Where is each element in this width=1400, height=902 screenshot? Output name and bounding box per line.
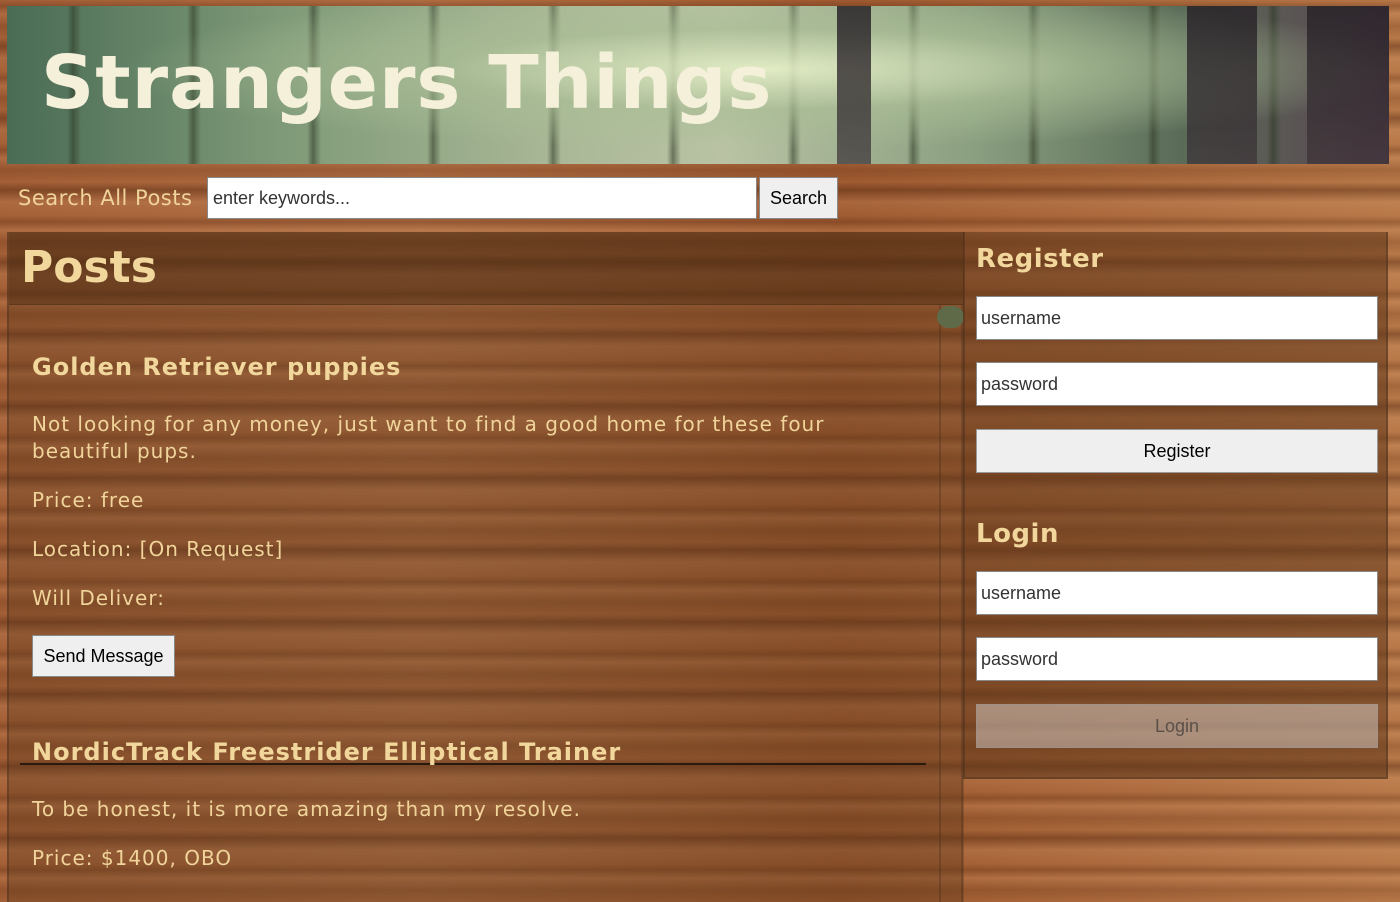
post-description: Not looking for any money, just want to … xyxy=(32,411,852,465)
register-heading: Register xyxy=(976,244,1104,274)
banner-tree-trunk xyxy=(1187,6,1257,164)
register-username-input[interactable] xyxy=(976,296,1378,340)
post-card: Golden Retriever puppies xyxy=(32,353,912,381)
posts-scrollbar-track[interactable] xyxy=(939,305,963,902)
register-button[interactable]: Register xyxy=(976,429,1378,473)
post-will-deliver: Will Deliver: xyxy=(32,585,912,612)
register-password-input[interactable] xyxy=(976,362,1378,406)
post-location: Location: [On Request] xyxy=(32,536,912,563)
banner-tree-trunk xyxy=(837,6,871,164)
posts-list: Golden Retriever puppies Not looking for… xyxy=(9,305,939,902)
banner-tree-trunk xyxy=(1307,6,1389,164)
post-card: NordicTrack Freestrider Elliptical Train… xyxy=(32,738,912,766)
post-location-text: Location: [On Request] xyxy=(32,537,284,561)
site-title: Strangers Things xyxy=(41,40,773,126)
search-input[interactable] xyxy=(207,177,757,219)
post-description-text: To be honest, it is more amazing than my… xyxy=(32,797,581,821)
header-banner: Strangers Things xyxy=(7,6,1389,164)
post-price-text: Price: $1400, OBO xyxy=(32,846,233,870)
login-username-input[interactable] xyxy=(976,571,1378,615)
auth-sidebar: Register Register Login Login xyxy=(963,232,1388,779)
search-label: Search All Posts xyxy=(18,186,193,210)
post-will-deliver-text: Will Deliver: xyxy=(32,586,165,610)
posts-panel: Posts Golden Retriever puppies Not looki… xyxy=(7,232,964,902)
post-price: Price: $1400, OBO xyxy=(32,845,912,872)
post-title: Golden Retriever puppies xyxy=(32,353,402,381)
post-description: To be honest, it is more amazing than my… xyxy=(32,796,912,823)
post-price: Price: free xyxy=(32,487,912,514)
post-description-text: Not looking for any money, just want to … xyxy=(32,412,825,463)
login-button[interactable]: Login xyxy=(976,704,1378,748)
post-price-text: Price: free xyxy=(32,488,145,512)
posts-scrollbar-thumb[interactable] xyxy=(937,306,964,328)
search-button[interactable]: Search xyxy=(759,177,838,219)
post-title: NordicTrack Freestrider Elliptical Train… xyxy=(32,738,622,766)
send-message-button[interactable]: Send Message xyxy=(32,635,175,677)
posts-header: Posts xyxy=(9,232,964,305)
login-password-input[interactable] xyxy=(976,637,1378,681)
posts-title: Posts xyxy=(21,242,157,293)
login-heading: Login xyxy=(976,519,1059,549)
